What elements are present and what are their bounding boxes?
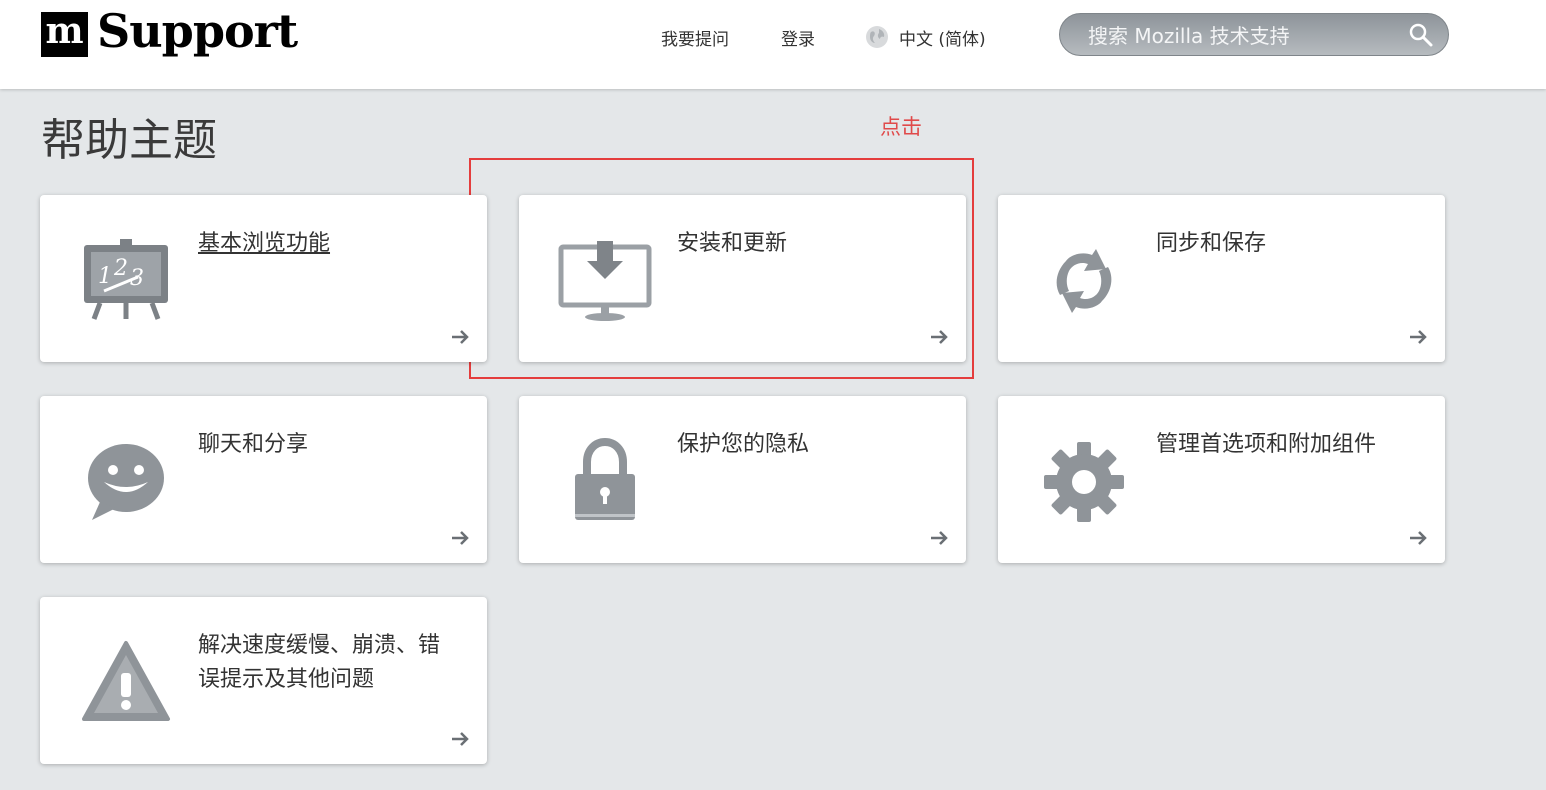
- topic-card-privacy[interactable]: 保护您的隐私: [519, 396, 966, 563]
- search-icon[interactable]: [1408, 22, 1434, 48]
- topic-card-chat-share[interactable]: 聊天和分享: [40, 396, 487, 563]
- svg-text:2: 2: [113, 256, 128, 281]
- warning-icon: [82, 641, 170, 721]
- monitor-download-icon: [558, 241, 652, 321]
- easel-123-icon: 1 2 3: [84, 239, 168, 320]
- login-link[interactable]: 登录: [781, 25, 815, 50]
- arrow-right-icon: [452, 531, 469, 545]
- topic-card-preferences-addons[interactable]: 管理首选项和附加组件: [998, 396, 1445, 563]
- sync-icon: [1056, 249, 1112, 313]
- padlock-icon: [575, 437, 635, 520]
- search-input[interactable]: [1086, 22, 1390, 50]
- topic-label[interactable]: 解决速度缓慢、崩溃、错误提示及其他问题: [198, 629, 458, 697]
- topic-card-install-update[interactable]: 安装和更新: [519, 195, 966, 362]
- topic-label[interactable]: 安装和更新: [677, 227, 937, 261]
- topic-label[interactable]: 同步和保存: [1156, 227, 1416, 261]
- arrow-right-icon: [931, 330, 948, 344]
- mozilla-logo-mark[interactable]: m: [41, 12, 88, 57]
- svg-text:1: 1: [98, 264, 112, 289]
- globe-icon[interactable]: [865, 25, 889, 49]
- arrow-right-icon: [931, 531, 948, 545]
- topic-label[interactable]: 聊天和分享: [198, 428, 458, 462]
- topic-card-troubleshooting[interactable]: 解决速度缓慢、崩溃、错误提示及其他问题: [40, 597, 487, 764]
- arrow-right-icon: [452, 732, 469, 746]
- topic-label[interactable]: 管理首选项和附加组件: [1156, 428, 1416, 462]
- support-logo-text[interactable]: Support: [97, 4, 298, 58]
- search-box: [1059, 13, 1449, 56]
- page-title: 帮助主题: [41, 115, 217, 166]
- chat-bubble-icon: [88, 444, 164, 520]
- arrow-right-icon: [1410, 330, 1427, 344]
- ask-question-link[interactable]: 我要提问: [661, 25, 729, 50]
- click-annotation: 点击: [880, 115, 922, 139]
- topic-label[interactable]: 基本浏览功能: [198, 227, 458, 261]
- topic-label[interactable]: 保护您的隐私: [677, 428, 937, 462]
- language-selector[interactable]: 中文 (简体): [899, 25, 986, 50]
- gear-icon: [1044, 442, 1124, 522]
- topic-card-sync-save[interactable]: 同步和保存: [998, 195, 1445, 362]
- site-header: m Support 我要提问 登录 中文 (简体): [0, 0, 1546, 89]
- topic-card-basic-browsing[interactable]: 1 2 3 基本浏览功能: [40, 195, 487, 362]
- arrow-right-icon: [1410, 531, 1427, 545]
- arrow-right-icon: [452, 330, 469, 344]
